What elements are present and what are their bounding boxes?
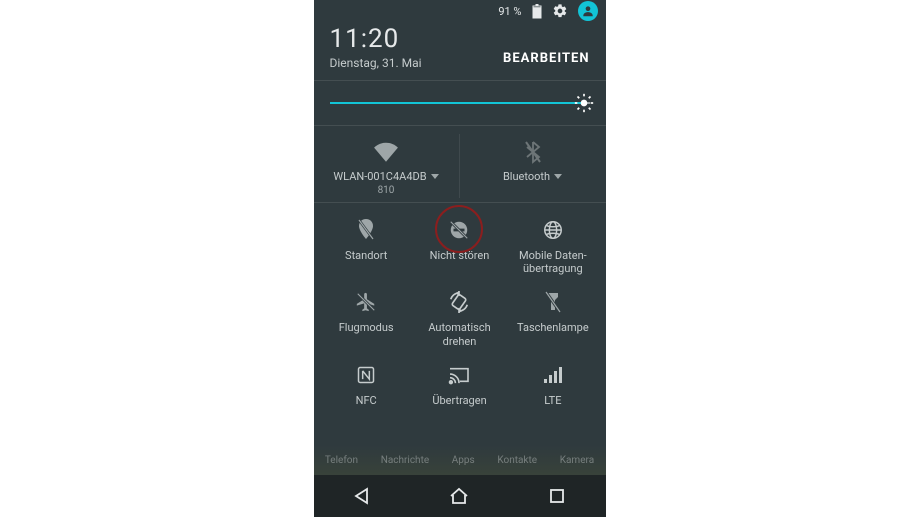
chevron-down-icon — [554, 174, 562, 179]
home-dock-faded: Telefon Nachrichte Apps Kontakte Kamera — [314, 445, 606, 475]
flashlight-label: Taschenlampe — [517, 321, 589, 334]
bluetooth-off-icon — [523, 138, 543, 166]
shade-header: 11:20 Dienstag, 31. Mai BEARBEITEN — [314, 22, 606, 80]
quick-settings-grid: Standort Nicht stören — [314, 203, 606, 413]
battery-icon — [532, 4, 542, 18]
nfc-label: NFC — [356, 394, 377, 407]
phone-screen: 91 % 11:20 Dienstag, 31. Mai BEARBEITE — [314, 0, 606, 517]
cast-tile[interactable]: Übertragen — [413, 362, 506, 407]
dnd-tile[interactable]: Nicht stören — [413, 217, 506, 275]
wifi-tile[interactable]: WLAN-001C4A4DB 810 — [314, 134, 460, 198]
dnd-off-icon — [448, 217, 470, 243]
brightness-fill — [330, 102, 585, 104]
dock-label: Apps — [452, 455, 475, 466]
bluetooth-tile[interactable]: Bluetooth — [460, 134, 606, 198]
cast-label: Übertragen — [432, 394, 486, 407]
auto-rotate-icon — [448, 289, 470, 315]
nfc-tile[interactable]: NFC — [320, 362, 413, 407]
rotate-label: Automatisch drehen — [416, 321, 502, 347]
airplane-tile[interactable]: Flugmodus — [320, 289, 413, 347]
rotate-tile[interactable]: Automatisch drehen — [413, 289, 506, 347]
brightness-slider[interactable] — [314, 81, 606, 125]
wifi-label: WLAN-001C4A4DB — [333, 170, 426, 183]
lte-tile[interactable]: LTE — [506, 362, 599, 407]
dock-label: Kontakte — [497, 455, 537, 466]
location-off-icon — [357, 217, 375, 243]
back-button[interactable] — [332, 475, 392, 517]
airplane-label: Flugmodus — [339, 321, 394, 334]
airplane-off-icon — [355, 289, 377, 315]
lte-label: LTE — [544, 394, 561, 407]
location-label: Standort — [345, 249, 387, 262]
edit-button[interactable]: BEARBEITEN — [503, 51, 589, 70]
home-button[interactable] — [429, 475, 489, 517]
signal-bars-icon — [543, 362, 563, 388]
status-bar: 91 % — [314, 0, 606, 22]
battery-percent: 91 % — [498, 5, 521, 18]
wifi-icon — [373, 138, 399, 166]
globe-icon — [542, 217, 564, 243]
chevron-down-icon — [431, 174, 439, 179]
mobile-data-label: Mobile Daten­übertragung — [510, 249, 596, 275]
user-avatar-icon[interactable] — [578, 1, 598, 21]
flashlight-off-icon — [545, 289, 561, 315]
recent-apps-button[interactable] — [527, 475, 587, 517]
dock-label: Telefon — [325, 455, 358, 466]
brightness-track — [330, 102, 590, 104]
nfc-icon — [356, 362, 376, 388]
dnd-label: Nicht stören — [430, 249, 490, 262]
clock-time: 11:20 — [330, 24, 422, 54]
location-tile[interactable]: Standort — [320, 217, 413, 275]
clock-date: Dienstag, 31. Mai — [330, 56, 422, 70]
wifi-sublabel: 810 — [378, 185, 395, 196]
bluetooth-label: Bluetooth — [503, 170, 550, 183]
mobile-data-tile[interactable]: Mobile Daten­übertragung — [506, 217, 599, 275]
flashlight-tile[interactable]: Taschenlampe — [506, 289, 599, 347]
settings-icon[interactable] — [552, 3, 568, 19]
navigation-bar — [314, 475, 606, 517]
brightness-handle[interactable] — [574, 93, 594, 113]
dock-label: Nachrichte — [381, 455, 429, 466]
cast-icon — [448, 362, 470, 388]
dock-label: Kamera — [560, 455, 594, 466]
